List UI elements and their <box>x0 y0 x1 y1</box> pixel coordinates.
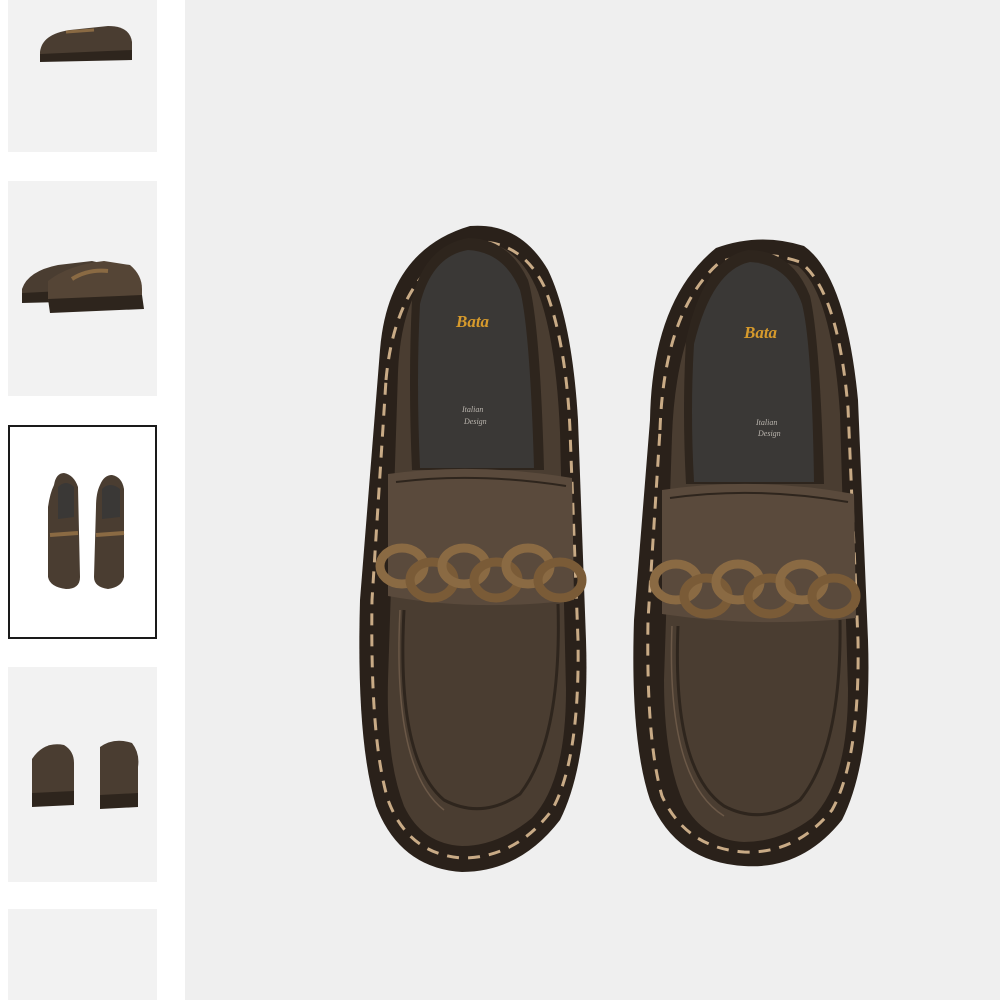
main-product-image: Bata Italian Design Bata Italian Design <box>185 0 1000 1000</box>
right-loafer: Bata Italian Design <box>633 239 869 867</box>
left-insole-brand: Bata <box>455 312 490 331</box>
thumbnail-back-view[interactable] <box>8 667 157 882</box>
thumbnail-side-view[interactable] <box>8 0 157 152</box>
thumbnail-pair-angled[interactable] <box>8 181 157 396</box>
thumbnail-empty[interactable] <box>8 909 157 1000</box>
left-loafer: Bata Italian Design <box>359 225 586 872</box>
right-insole-brand: Bata <box>743 323 778 342</box>
right-insole-tagline-1: Italian <box>755 418 777 427</box>
thumbnail-top-view-selected[interactable] <box>8 425 157 639</box>
left-insole-tagline-1: Italian <box>461 405 483 414</box>
loafers-top-view: Bata Italian Design Bata Italian Design <box>185 0 1000 1000</box>
left-insole-tagline-2: Design <box>463 417 487 426</box>
right-insole-tagline-2: Design <box>757 429 781 438</box>
thumbnail-strip <box>0 0 170 1000</box>
